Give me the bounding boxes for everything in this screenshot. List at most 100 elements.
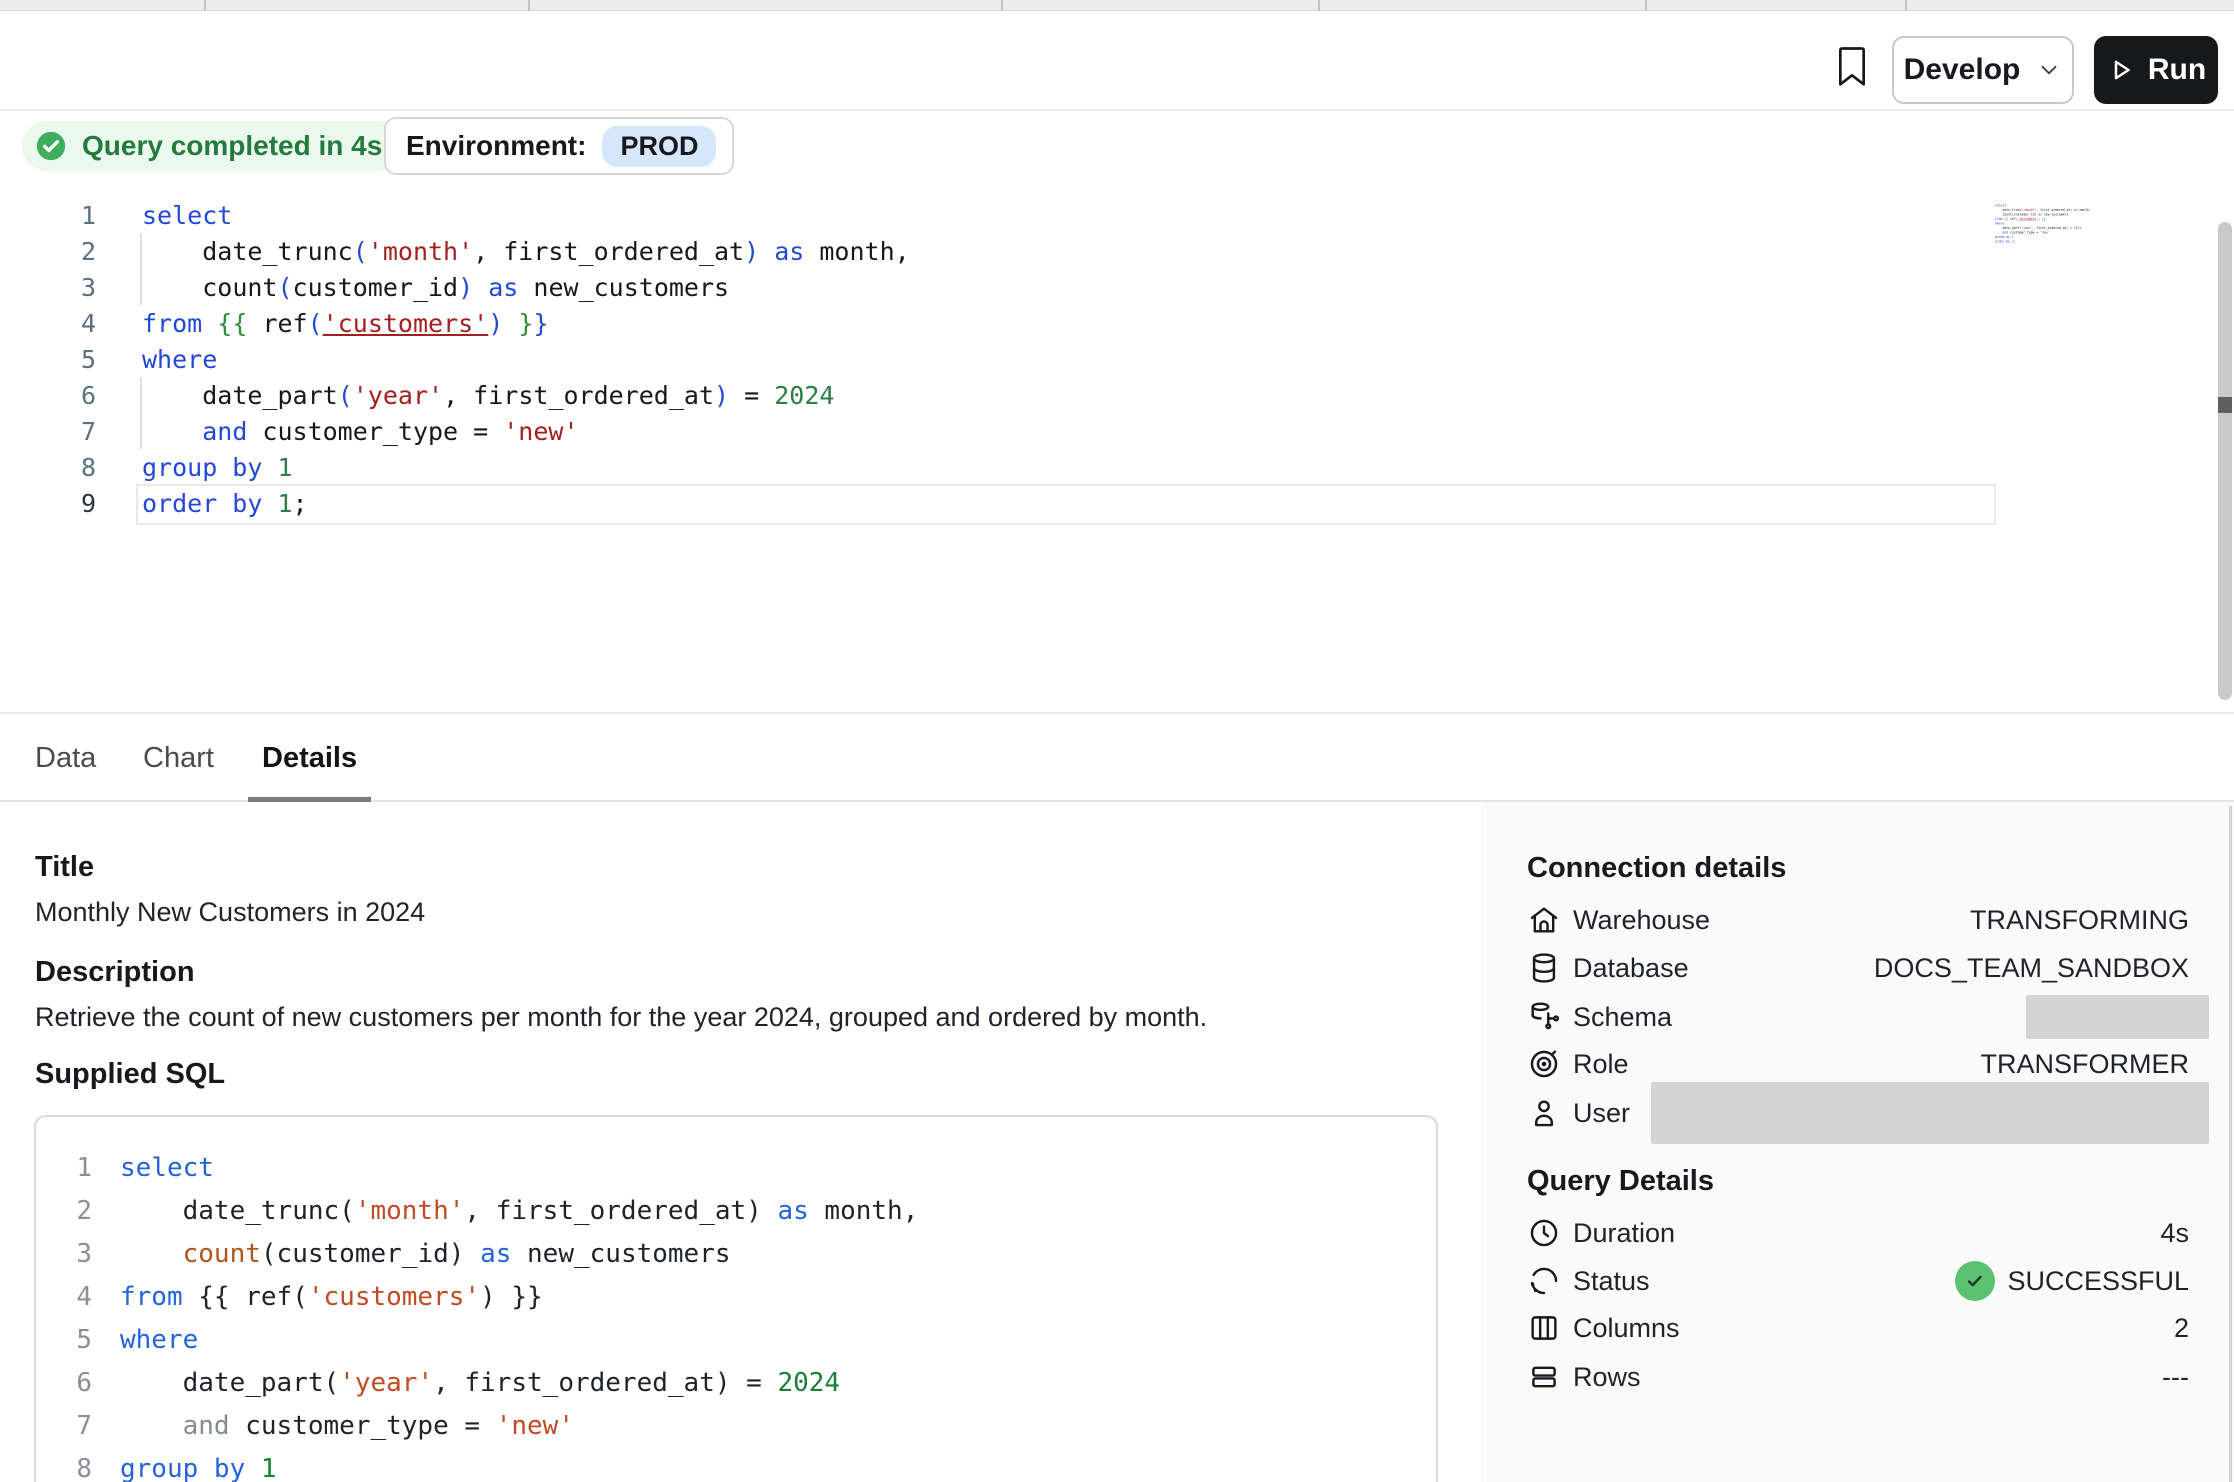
code-token: as — [774, 237, 804, 266]
code-token — [503, 309, 518, 338]
code-token: from — [120, 1282, 183, 1312]
header-bar: Develop Run — [0, 12, 2234, 111]
editor-scrollbar[interactable] — [2218, 222, 2232, 700]
row-value: --- — [2162, 1362, 2189, 1393]
code-line: count(customer_id) as new_customers — [142, 273, 729, 302]
run-button[interactable]: Run — [2094, 36, 2218, 104]
code-token — [120, 1368, 183, 1398]
supplied-sql-line: 8group by 1 — [36, 1447, 1436, 1482]
code-token: ( — [277, 273, 292, 302]
code-token: date_part( — [183, 1368, 340, 1398]
code-token: ) — [714, 381, 729, 410]
row-value: 2 — [2174, 1313, 2189, 1344]
description-heading: Description — [35, 956, 195, 989]
sql-editor[interactable]: 1 select 2 date_trunc('month', first_order… — [0, 197, 2234, 712]
top-tab-divider — [528, 0, 530, 11]
code-token: {{ — [217, 309, 247, 338]
bookmark-icon[interactable] — [1832, 42, 1872, 90]
right-panel-scrollbar[interactable] — [2229, 806, 2232, 1482]
code-token: as — [488, 273, 518, 302]
editor-line[interactable]: 7 and customer_type = 'new' — [0, 413, 2234, 449]
code-token: 'year' — [339, 1368, 433, 1398]
code-token: ) — [458, 273, 473, 302]
detail-row-warehouse: WarehouseTRANSFORMING — [1527, 896, 2189, 944]
tab-details[interactable]: Details — [262, 714, 357, 802]
rows-icon — [1527, 1360, 1561, 1394]
line-number: 1 — [0, 201, 96, 230]
line-number: 9 — [0, 489, 96, 518]
query-status-text: Query completed in 4s — [82, 130, 382, 162]
code-token — [120, 1411, 183, 1441]
code-token: ref — [247, 309, 307, 338]
code-token: customer_type = — [247, 417, 503, 446]
schema-icon — [1527, 1000, 1561, 1034]
code-token: 'new' — [503, 417, 578, 446]
query-details-heading: Query Details — [1527, 1165, 1714, 1198]
detail-row-database: DatabaseDOCS_TEAM_SANDBOX — [1527, 944, 2189, 992]
code-line: date_trunc('month', first_ordered_at) as… — [142, 237, 910, 266]
environment-selector[interactable]: Environment: PROD — [384, 117, 734, 175]
editor-line[interactable]: 4from {{ ref('customers') }} — [0, 305, 2234, 341]
code-token: ) — [744, 237, 759, 266]
detail-row-rows: Rows --- — [1527, 1353, 2189, 1401]
supplied-sql-line: 7 and customer_type = 'new' — [36, 1404, 1436, 1447]
role-icon — [1527, 1047, 1561, 1081]
top-tab-divider — [204, 0, 206, 11]
duration-icon — [1527, 1216, 1561, 1250]
row-label: Rows — [1573, 1362, 1641, 1393]
line-number: 2 — [0, 237, 96, 266]
line-number: 6 — [36, 1368, 92, 1398]
code-token — [142, 417, 202, 446]
editor-line[interactable]: 8group by 1 — [0, 449, 2234, 485]
code-token: select — [120, 1153, 214, 1183]
play-icon — [2106, 55, 2136, 85]
code-token: and — [202, 417, 247, 446]
query-status-pill: Query completed in 4s — [22, 121, 404, 171]
success-check-icon — [1955, 1261, 1995, 1301]
code-token: group by — [120, 1454, 245, 1482]
code-token: from — [142, 309, 202, 338]
top-tab-divider — [1905, 0, 1907, 11]
top-tab-divider — [1645, 0, 1647, 11]
tab-data[interactable]: Data — [35, 714, 96, 802]
editor-line[interactable]: 3 count(customer_id) as new_customers — [0, 269, 2234, 305]
code-token: as — [777, 1196, 808, 1226]
code-token: (customer_id) — [261, 1239, 480, 1269]
editor-line[interactable]: 6 date_part('year', first_ordered_at) = … — [0, 377, 2234, 413]
code-token: count — [202, 273, 277, 302]
row-label: Duration — [1573, 1218, 1675, 1249]
title-heading: Title — [35, 851, 94, 884]
supplied-sql-line: 3 count(customer_id) as new_customers — [36, 1232, 1436, 1275]
develop-button[interactable]: Develop — [1892, 36, 2074, 104]
detail-row-columns: Columns2 — [1527, 1304, 2189, 1352]
code-token: ( — [308, 309, 323, 338]
code-line: select — [142, 201, 232, 230]
code-token — [120, 1196, 183, 1226]
connection-details-heading: Connection details — [1527, 852, 1786, 885]
database-icon — [1527, 951, 1561, 985]
editor-minimap[interactable]: select date_trunc('month', first_ordered… — [1995, 203, 2145, 273]
supplied-sql-line: 4from {{ ref('customers') }} — [36, 1275, 1436, 1318]
code-token — [120, 1239, 183, 1269]
editor-lines: 1 select 2 date_trunc('month', first_order… — [0, 197, 2234, 521]
tab-chart[interactable]: Chart — [143, 714, 214, 802]
editor-line[interactable]: 5where — [0, 341, 2234, 377]
code-token: date_trunc — [202, 237, 353, 266]
code-token: select — [142, 201, 232, 230]
editor-line[interactable]: 2 date_trunc('month', first_ordered_at) … — [0, 233, 2234, 269]
code-token: {{ ref( — [183, 1282, 308, 1312]
columns-icon — [1527, 1311, 1561, 1345]
environment-label: Environment: — [406, 130, 586, 162]
editor-line[interactable]: 1 select — [0, 197, 2234, 233]
line-number: 1 — [36, 1153, 92, 1183]
code-token: customer_type = — [230, 1411, 496, 1441]
editor-scrollbar-cursor-mark — [2218, 397, 2232, 413]
code-token: ( — [353, 237, 368, 266]
code-token: } — [518, 309, 533, 338]
editor-line[interactable]: 9order by 1; — [0, 485, 2234, 521]
status-icon — [1527, 1264, 1561, 1298]
code-token — [202, 309, 217, 338]
row-value: SUCCESSFUL — [2007, 1266, 2189, 1297]
line-number: 7 — [0, 417, 96, 446]
top-tab-divider — [1318, 0, 1320, 11]
